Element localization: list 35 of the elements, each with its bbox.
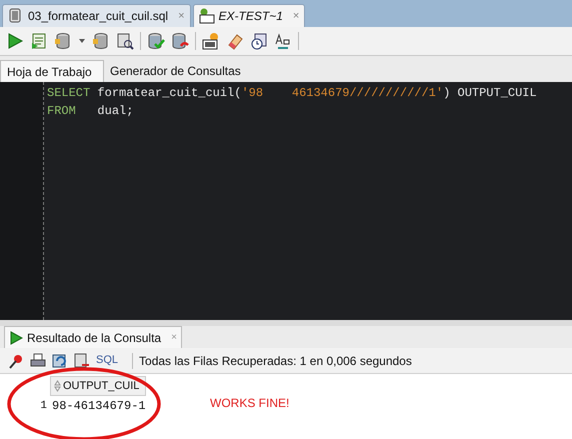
code-text: ) OUTPUT_CUIL	[443, 85, 537, 102]
search-icon[interactable]	[116, 32, 134, 50]
sql-link[interactable]: SQL	[96, 352, 118, 369]
string-literal: '98 46134679///////////1'	[241, 85, 444, 102]
run-icon	[9, 330, 23, 344]
eraser-icon[interactable]	[226, 32, 244, 50]
worksheet-tab[interactable]: Generador de Consultas	[104, 60, 247, 82]
tab-label: EX-TEST~1	[218, 8, 283, 25]
code-text: dual;	[96, 103, 134, 120]
run-icon[interactable]	[6, 32, 24, 50]
annotation-text: WORKS FINE!	[210, 396, 290, 410]
script-icon[interactable]	[30, 32, 48, 50]
status-text: Todas las Filas Recuperadas: 1 en 0,006 segundos	[139, 352, 412, 370]
sql-keyword: SELECT	[47, 85, 90, 102]
code-text: formatear_cuit_cuil(	[96, 85, 242, 102]
file-tab[interactable]: 03_formatear_cuit_cuil.sql ×	[2, 4, 191, 27]
worksheet-tab[interactable]: Hoja de Trabajo	[0, 60, 104, 82]
font-case-icon[interactable]	[274, 32, 292, 50]
header-label: OUTPUT_CUIL	[63, 378, 140, 394]
sort-icon	[54, 380, 61, 392]
sql-keyword: FROM	[47, 103, 76, 120]
tab-label: 03_formatear_cuit_cuil.sql	[28, 8, 168, 25]
rollback-icon[interactable]	[171, 32, 189, 50]
row-number: 1	[39, 398, 48, 414]
table-cell-text: 98-46134679-1	[51, 398, 147, 415]
print-icon[interactable]	[30, 352, 46, 368]
refresh-icon[interactable]	[52, 352, 68, 368]
tab-label: Resultado de la Consulta	[27, 330, 162, 346]
column-header[interactable]: OUTPUT_CUIL	[50, 376, 146, 396]
export-icon[interactable]	[74, 352, 90, 368]
file-tab[interactable]: EX-TEST~1 ×	[192, 4, 306, 27]
clock-icon[interactable]	[250, 32, 268, 50]
result-tab[interactable]: Resultado de la Consulta ×	[4, 326, 182, 348]
commit-icon[interactable]	[147, 32, 165, 50]
pin-icon[interactable]	[8, 352, 24, 368]
